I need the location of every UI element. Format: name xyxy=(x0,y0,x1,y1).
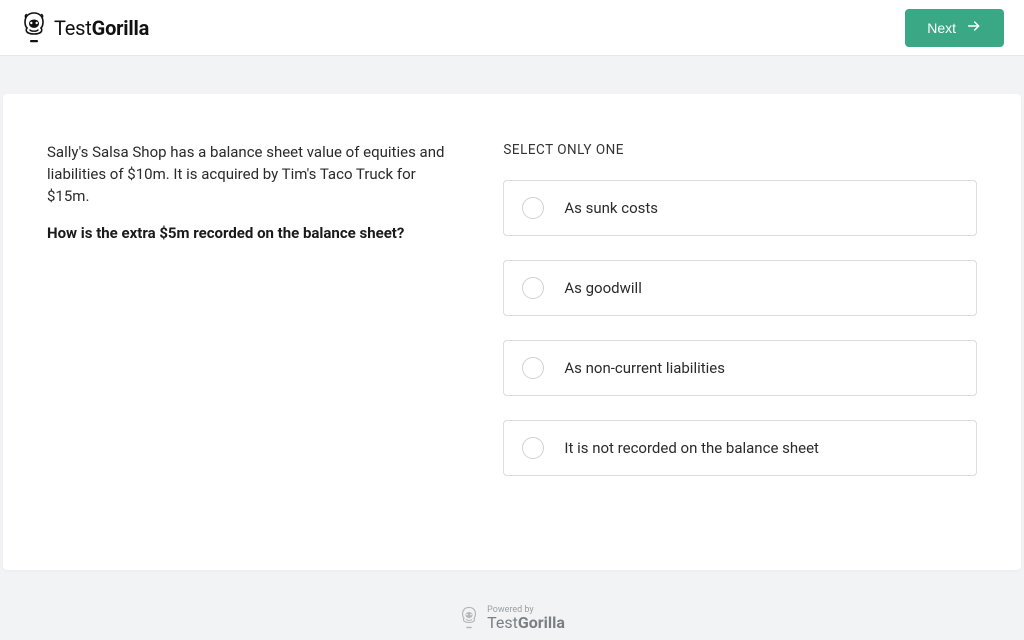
footer-brand-text: TestGorilla xyxy=(487,615,565,632)
answer-instruction: SELECT ONLY ONE xyxy=(503,142,977,158)
answers-panel: SELECT ONLY ONE As sunk costs As goodwil… xyxy=(493,142,977,500)
brand-text: TestGorilla xyxy=(54,16,149,40)
gorilla-icon xyxy=(20,11,48,45)
radio-icon xyxy=(522,277,544,299)
radio-icon xyxy=(522,437,544,459)
question-panel: Sally's Salsa Shop has a balance sheet v… xyxy=(47,142,493,500)
arrow-right-icon xyxy=(966,18,982,37)
radio-icon xyxy=(522,357,544,379)
next-button[interactable]: Next xyxy=(905,9,1004,47)
brand-logo: TestGorilla xyxy=(20,11,149,45)
page-body: Sally's Salsa Shop has a balance sheet v… xyxy=(0,56,1024,570)
option-label: As goodwill xyxy=(564,279,641,297)
answer-option-3[interactable]: It is not recorded on the balance sheet xyxy=(503,420,977,476)
footer-brand: Powered by TestGorilla xyxy=(459,606,565,632)
option-label: As sunk costs xyxy=(564,199,658,217)
radio-icon xyxy=(522,197,544,219)
answer-option-2[interactable]: As non-current liabilities xyxy=(503,340,977,396)
answer-option-0[interactable]: As sunk costs xyxy=(503,180,977,236)
footer: Powered by TestGorilla xyxy=(0,570,1024,632)
next-button-label: Next xyxy=(927,20,956,36)
question-card: Sally's Salsa Shop has a balance sheet v… xyxy=(3,94,1021,570)
question-context: Sally's Salsa Shop has a balance sheet v… xyxy=(47,142,453,207)
footer-text: Powered by TestGorilla xyxy=(487,606,565,632)
question-prompt: How is the extra $5m recorded on the bal… xyxy=(47,223,453,245)
option-label: As non-current liabilities xyxy=(564,359,725,377)
option-label: It is not recorded on the balance sheet xyxy=(564,439,819,457)
gorilla-icon xyxy=(459,606,479,632)
answer-option-1[interactable]: As goodwill xyxy=(503,260,977,316)
header: TestGorilla Next xyxy=(0,0,1024,56)
